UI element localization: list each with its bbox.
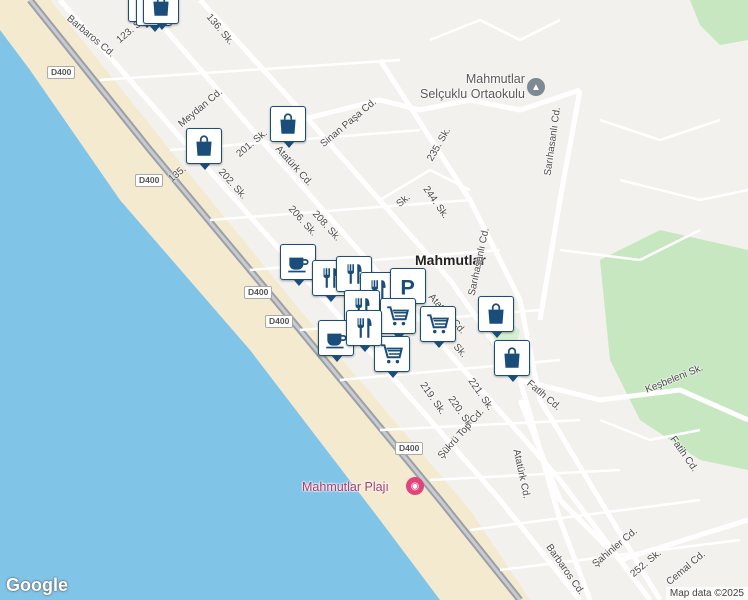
- map-attribution[interactable]: Map data ©2025: [665, 587, 748, 600]
- shopping-icon: [196, 135, 212, 156]
- grocery-marker[interactable]: [420, 306, 456, 348]
- beach-label[interactable]: Mahmutlar Plajı: [302, 480, 389, 494]
- google-logo[interactable]: Google: [6, 575, 68, 596]
- road-shield-d400: D400: [244, 286, 273, 299]
- coffee-icon: [288, 257, 309, 273]
- road-shield-d400: D400: [265, 315, 294, 328]
- coffee-marker[interactable]: [280, 244, 316, 286]
- shopping-icon: [153, 0, 169, 16]
- svg-text:P: P: [400, 275, 414, 299]
- shopping-icon: [488, 303, 504, 324]
- school-label[interactable]: Mahmutlar Selçuklu Ortaokulu: [420, 72, 525, 102]
- grocery-icon: [427, 314, 449, 334]
- school-icon[interactable]: ▲: [527, 78, 545, 96]
- road-shield-d400: D400: [135, 174, 164, 187]
- shopping-marker[interactable]: [494, 340, 530, 382]
- shopping-icon: [504, 347, 520, 368]
- road-shield-d400: D400: [395, 442, 424, 455]
- shopping-marker[interactable]: [143, 0, 179, 30]
- restaurant-marker[interactable]: [346, 310, 382, 352]
- shopping-marker[interactable]: [186, 128, 222, 170]
- shopping-marker[interactable]: [478, 296, 514, 338]
- restaurant-icon: [357, 318, 372, 338]
- grocery-icon: [381, 344, 403, 364]
- beach-camera-icon[interactable]: ◉: [406, 477, 424, 495]
- shopping-marker[interactable]: [270, 106, 306, 148]
- grocery-marker[interactable]: [380, 298, 416, 340]
- shopping-icon: [280, 113, 296, 134]
- grocery-icon: [387, 306, 409, 326]
- road-shield-d400: D400: [47, 66, 76, 79]
- parking-icon: P: [400, 275, 414, 299]
